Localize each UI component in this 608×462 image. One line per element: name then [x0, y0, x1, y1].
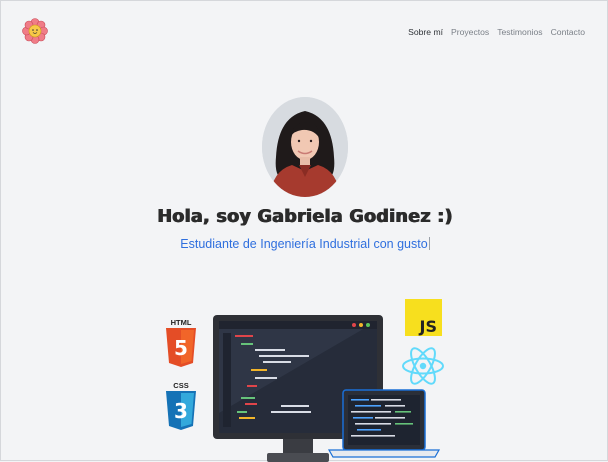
hero-title: Hola, soy Gabriela Godinez :) — [157, 207, 453, 227]
hero-subtitle: Estudiante de Ingeniería Industrial con … — [1, 237, 608, 251]
profile-photo — [262, 97, 348, 197]
hero-subtitle-text: Estudiante de Ingeniería Industrial con … — [180, 237, 428, 251]
nav-link-sobre-mi[interactable]: Sobre mí — [408, 27, 443, 37]
developer-illustration: HTML 5 CSS 3 JS — [166, 299, 444, 462]
css-number: 3 — [174, 399, 188, 423]
js-label: JS — [419, 317, 437, 336]
nav-link-contacto[interactable]: Contacto — [551, 27, 585, 37]
nav-link-testimonios[interactable]: Testimonios — [497, 27, 542, 37]
nav-link-proyectos[interactable]: Proyectos — [451, 27, 489, 37]
html-number: 5 — [174, 336, 188, 360]
javascript-icon: JS — [405, 299, 442, 336]
nav-links: Sobre mí Proyectos Testimonios Contacto — [408, 27, 585, 37]
flower-logo-icon[interactable] — [22, 18, 48, 44]
css-label: CSS — [173, 381, 188, 390]
css3-icon: CSS 3 — [166, 381, 196, 430]
laptop-illustration — [327, 389, 441, 458]
top-navigation: Sobre mí Proyectos Testimonios Contacto — [1, 1, 608, 63]
html5-icon: HTML 5 — [166, 318, 196, 367]
react-icon — [402, 347, 444, 385]
typing-cursor — [428, 237, 430, 250]
html-label: HTML — [171, 318, 192, 327]
